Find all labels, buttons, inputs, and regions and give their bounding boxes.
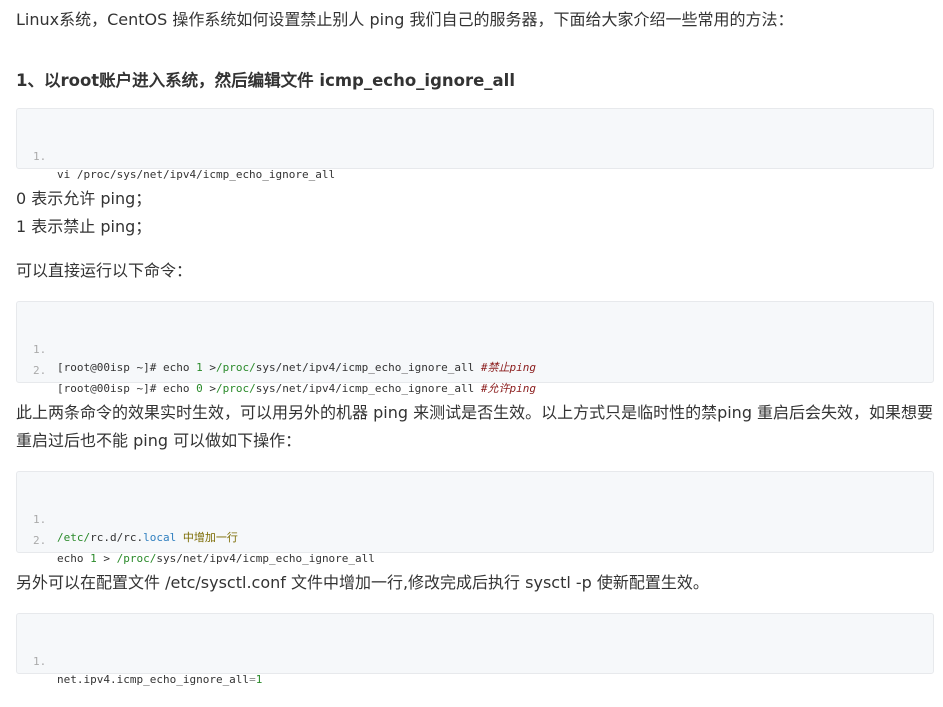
line-number: 1. xyxy=(33,150,47,163)
code-line: 1. net.ipv4.icmp_echo_ignore_all=1 xyxy=(17,635,933,686)
code-text: [root@00isp ~]# echo 0 >/proc/sys/net/ip… xyxy=(57,380,536,398)
code-redirect: > xyxy=(96,552,117,565)
code-prompt: [root@00isp ~]# xyxy=(57,361,163,374)
code-line: 1. /etc/rc.d/rc.local 中增加一行 xyxy=(17,493,933,544)
code-line: 2. echo 1 > /proc/sys/net/ipv4/icmp_echo… xyxy=(17,514,933,565)
run-intro: 可以直接运行以下命令： xyxy=(16,261,193,280)
desc-deny: 1 表示禁止 ping； xyxy=(16,217,152,236)
line-number: 2. xyxy=(33,534,47,547)
code-redirect: > xyxy=(202,361,216,374)
code-value: 1 xyxy=(196,361,203,374)
code-proc: /proc/ xyxy=(116,552,157,565)
code-comment: #允许ping xyxy=(480,382,537,395)
code-block-echo[interactable]: 1. [root@00isp ~]# echo 1 >/proc/sys/net… xyxy=(16,301,934,395)
code-value: 0 xyxy=(196,382,203,395)
code-key: net.ipv4.icmp_echo_ignore_all xyxy=(57,673,250,686)
intro-paragraph: Linux系统，CentOS 操作系统如何设置禁止别人 ping 我们自己的服务… xyxy=(16,10,794,29)
code-value: 1 xyxy=(90,552,97,565)
code-echo: echo xyxy=(162,361,197,374)
code-block-rclocal[interactable]: 1. /etc/rc.d/rc.local 中增加一行 2. echo 1 > … xyxy=(16,471,934,565)
code-echo: echo xyxy=(57,552,91,565)
code-value: 1 xyxy=(255,673,263,686)
code-text: net.ipv4.icmp_echo_ignore_all=1 xyxy=(57,671,262,689)
code-line: 2. [root@00isp ~]# echo 0 >/proc/sys/net… xyxy=(17,344,933,395)
code-block-vi[interactable]: 1. vi /proc/sys/net/ipv4/icmp_echo_ignor… xyxy=(16,108,934,181)
code-line: 1. [root@00isp ~]# echo 1 >/proc/sys/net… xyxy=(17,323,933,374)
code-path: sys/net/ipv4/icmp_echo_ignore_all xyxy=(255,361,481,374)
code-local: local xyxy=(143,531,177,544)
code-echo: echo xyxy=(162,382,197,395)
code-rcd: rc.d/rc. xyxy=(90,531,144,544)
code-path: sys/net/ipv4/icmp_echo_ignore_all xyxy=(255,382,481,395)
sysctl-paragraph: 另外可以在配置文件 /etc/sysctl.conf 文件中增加一行,修改完成后… xyxy=(16,573,709,592)
code-redirect: > xyxy=(202,382,216,395)
step1-heading: 1、以root账户进入系统，然后编辑文件 icmp_echo_ignore_al… xyxy=(16,71,515,90)
code-prompt: [root@00isp ~]# xyxy=(57,382,163,395)
desc-allow: 0 表示允许 ping； xyxy=(16,189,152,208)
code-proc: /proc/ xyxy=(215,382,256,395)
line-number: 2. xyxy=(33,364,47,377)
code-text: vi /proc/sys/net/ipv4/icmp_echo_ignore_a… xyxy=(57,166,335,184)
code-proc: /proc/ xyxy=(215,361,256,374)
code-text: echo 1 > /proc/sys/net/ipv4/icmp_echo_ig… xyxy=(57,550,375,568)
code-line: 1. vi /proc/sys/net/ipv4/icmp_echo_ignor… xyxy=(17,130,933,181)
code-equals: = xyxy=(249,673,256,686)
code-path: sys/net/ipv4/icmp_echo_ignore_all xyxy=(156,552,375,565)
note-paragraph: 此上两条命令的效果实时生效，可以用另外的机器 ping 来测试是否生效。以上方式… xyxy=(16,403,934,450)
code-etc: /etc/ xyxy=(57,531,91,544)
code-block-sysctl[interactable]: 1. net.ipv4.icmp_echo_ignore_all=1 xyxy=(16,613,934,686)
code-note: 中增加一行 xyxy=(176,531,238,544)
line-number: 1. xyxy=(33,655,47,668)
code-comment: #禁止ping xyxy=(480,361,537,374)
code-command: vi xyxy=(57,168,77,181)
code-path: /proc/sys/net/ipv4/icmp_echo_ignore_all xyxy=(76,168,336,181)
